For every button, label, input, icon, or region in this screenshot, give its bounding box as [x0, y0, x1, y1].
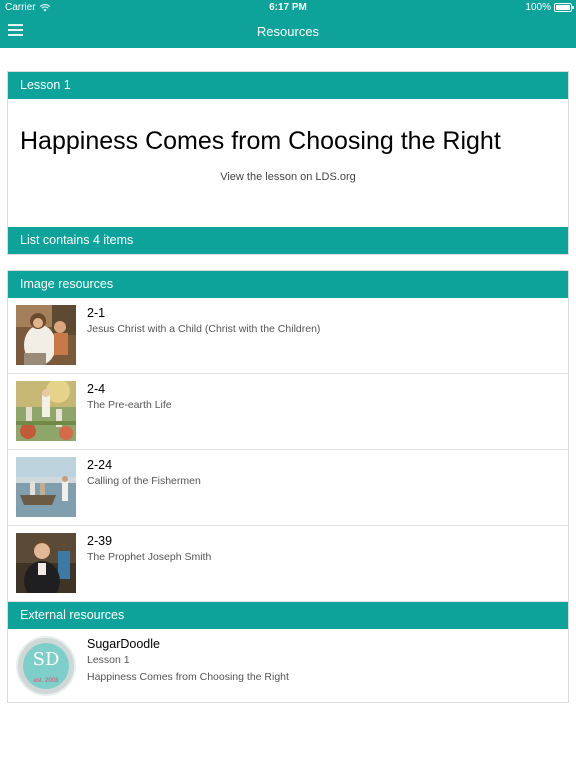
battery-icon — [554, 3, 574, 12]
list-item[interactable]: 2-24 Calling of the Fishermen — [8, 450, 568, 526]
thumbnail-calling-fishermen — [16, 457, 76, 517]
logo-est-text: est. 2003 — [33, 678, 59, 684]
item-description: Calling of the Fishermen — [87, 475, 201, 487]
lesson-title: Happiness Comes from Choosing the Right — [20, 127, 501, 155]
item-description: Jesus Christ with a Child (Christ with t… — [87, 323, 321, 335]
image-resources-header: Image resources — [8, 271, 568, 298]
battery-indicator: 100% — [525, 2, 574, 13]
item-code: 2-1 — [87, 306, 106, 320]
resource-name: SugarDoodle — [87, 637, 160, 651]
thumbnail-pre-earth-life — [16, 381, 76, 441]
page-title: Resources — [256, 24, 320, 39]
status-bar: Carrier 6:17 PM 100% — [0, 0, 576, 16]
list-count-bar: List contains 4 items — [8, 227, 568, 254]
logo-monogram: SD — [32, 649, 60, 670]
lesson-link[interactable]: View the lesson on LDS.org — [8, 171, 568, 185]
list-item[interactable]: SD est. 2003 SugarDoodle Lesson 1 Happin… — [8, 629, 568, 704]
resource-title: Happiness Comes from Choosing the Right — [87, 671, 289, 683]
item-code: 2-4 — [87, 382, 106, 396]
list-item[interactable]: 2-4 The Pre-earth Life — [8, 374, 568, 450]
resource-lesson: Lesson 1 — [87, 654, 130, 666]
lesson-card: Lesson 1 Happiness Comes from Choosing t… — [7, 71, 569, 255]
item-description: The Prophet Joseph Smith — [87, 551, 212, 563]
image-resources-card: Image resources 2-1 Jesus Christ with a … — [7, 270, 569, 703]
status-time: 6:17 PM — [269, 2, 307, 13]
item-description: The Pre-earth Life — [87, 399, 172, 411]
item-code: 2-24 — [87, 458, 113, 472]
external-resources-header: External resources — [8, 602, 568, 629]
lesson-header: Lesson 1 — [8, 72, 568, 99]
list-item[interactable]: 2-1 Jesus Christ with a Child (Christ wi… — [8, 298, 568, 374]
navigation-bar: Resources — [0, 16, 576, 48]
thumbnail-joseph-smith — [16, 533, 76, 593]
thumbnail-christ-with-child — [16, 305, 76, 365]
sugardoodle-logo: SD est. 2003 — [16, 636, 76, 696]
list-item[interactable]: 2-39 The Prophet Joseph Smith — [8, 526, 568, 602]
item-code: 2-39 — [87, 534, 113, 548]
battery-percent: 100% — [525, 2, 551, 13]
